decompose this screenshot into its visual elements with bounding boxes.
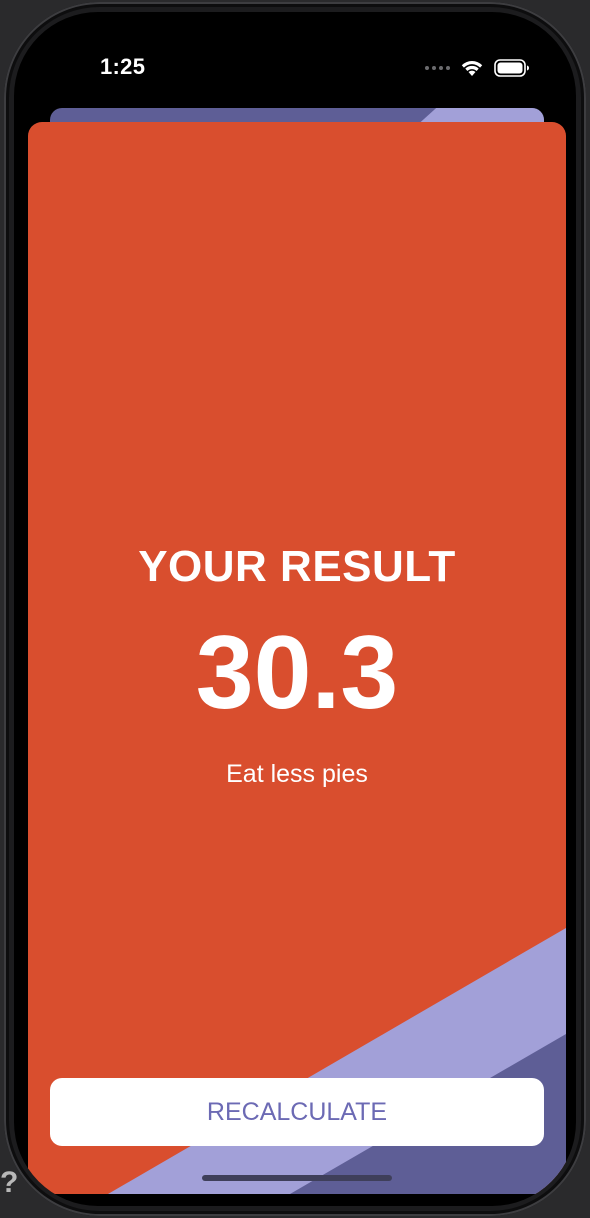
status-icons bbox=[425, 54, 530, 82]
wifi-icon bbox=[460, 59, 484, 77]
help-icon[interactable]: ? bbox=[0, 1166, 18, 1200]
device-background: 1:25 YOUR RESULT 30.3 Eat less pies RECA… bbox=[0, 0, 590, 1218]
battery-icon bbox=[494, 59, 530, 77]
result-title: YOUR RESULT bbox=[138, 542, 456, 591]
result-card: YOUR RESULT 30.3 Eat less pies RECALCULA… bbox=[28, 122, 566, 1194]
status-time: 1:25 bbox=[100, 54, 146, 79]
cellular-signal-icon bbox=[425, 66, 450, 70]
home-indicator[interactable] bbox=[202, 1175, 392, 1181]
bmi-value: 30.3 bbox=[195, 615, 399, 731]
screen: 1:25 YOUR RESULT 30.3 Eat less pies RECA… bbox=[14, 12, 576, 1206]
recalculate-button[interactable]: RECALCULATE bbox=[50, 1078, 544, 1146]
result-advice: Eat less pies bbox=[226, 760, 368, 788]
